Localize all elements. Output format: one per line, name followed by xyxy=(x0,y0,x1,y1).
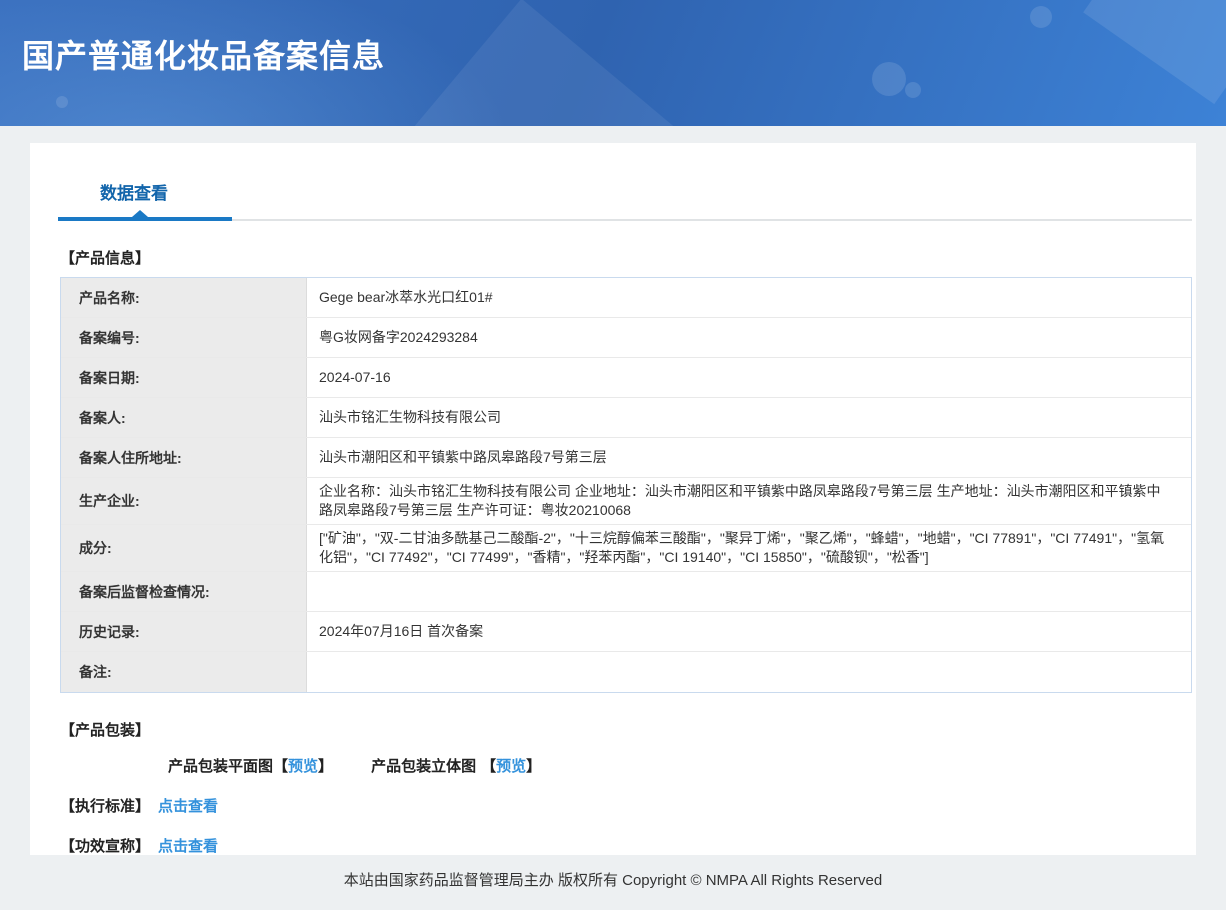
row-label: 备案后监督检查情况: xyxy=(61,572,307,611)
row-label: 备案人住所地址: xyxy=(61,438,307,477)
table-row: 备案编号: 粤G妆网备字2024293284 xyxy=(61,318,1191,358)
packaging-heading: 【产品包装】 xyxy=(60,722,151,739)
banner-decoration-dot xyxy=(905,82,921,98)
table-row: 备案日期: 2024-07-16 xyxy=(61,358,1191,398)
row-value: 汕头市潮阳区和平镇紫中路凤皋路段7号第三层 xyxy=(319,449,607,465)
product-info-table: 产品名称: Gege bear冰萃水光口红01# 备案编号: 粤G妆网备字202… xyxy=(60,277,1192,693)
tab-bar: 数据查看 xyxy=(58,143,1192,221)
banner-decoration-dot xyxy=(1030,6,1052,28)
table-row: 生产企业: 企业名称：汕头市铭汇生物科技有限公司 企业地址：汕头市潮阳区和平镇紫… xyxy=(61,478,1191,525)
table-row: 备案后监督检查情况: xyxy=(61,572,1191,612)
row-value: Gege bear冰萃水光口红01# xyxy=(319,289,493,305)
standard-row: 【执行标准】 点击查看 xyxy=(60,795,1196,816)
table-row: 备案人: 汕头市铭汇生物科技有限公司 xyxy=(61,398,1191,438)
efficacy-view-link[interactable]: 点击查看 xyxy=(158,838,218,855)
row-value xyxy=(307,652,1191,692)
banner-decoration-dot xyxy=(872,62,906,96)
table-row: 成分: ["矿油"，"双-二甘油多酰基己二酸酯-2"，"十三烷醇偏苯三酸酯"，"… xyxy=(61,525,1191,572)
row-value: 企业名称：汕头市铭汇生物科技有限公司 企业地址：汕头市潮阳区和平镇紫中路凤皋路段… xyxy=(319,483,1161,518)
row-value: 粤G妆网备字2024293284 xyxy=(319,329,478,345)
standard-heading: 【执行标准】 xyxy=(60,798,151,815)
table-row: 备案人住所地址: 汕头市潮阳区和平镇紫中路凤皋路段7号第三层 xyxy=(61,438,1191,478)
row-label: 产品名称: xyxy=(61,278,307,317)
bracket: 【 xyxy=(481,758,497,775)
content-card: 数据查看 【产品信息】 产品名称: Gege bear冰萃水光口红01# 备案编… xyxy=(30,143,1196,855)
row-label: 生产企业: xyxy=(61,478,307,524)
product-info-heading: 【产品信息】 xyxy=(60,250,151,267)
row-value xyxy=(307,572,1191,611)
table-row: 备注: xyxy=(61,652,1191,692)
bracket: 【 xyxy=(273,758,289,775)
row-label: 成分: xyxy=(61,525,307,571)
table-row: 历史记录: 2024年07月16日 首次备案 xyxy=(61,612,1191,652)
row-label: 历史记录: xyxy=(61,612,307,651)
page-footer: 本站由国家药品监督管理局主办 版权所有 Copyright © NMPA All… xyxy=(343,872,883,889)
row-label: 备案日期: xyxy=(61,358,307,397)
tab-active-indicator xyxy=(58,217,232,221)
flat-view-label: 产品包装平面图 xyxy=(168,758,274,775)
banner-decoration-dot xyxy=(56,96,68,108)
row-label: 备案编号: xyxy=(61,318,307,357)
packaging-links-row: 产品包装平面图【预览】 产品包装立体图 【预览】 xyxy=(168,755,1196,776)
tab-active-triangle-icon xyxy=(132,210,148,217)
banner-decoration-diamond xyxy=(328,0,752,126)
row-value: ["矿油"，"双-二甘油多酰基己二酸酯-2"，"十三烷醇偏苯三酸酯"，"聚异丁烯… xyxy=(319,530,1165,565)
page-header: 国产普通化妆品备案信息 xyxy=(0,0,1226,126)
row-value: 2024年07月16日 首次备案 xyxy=(319,623,484,639)
flat-view-preview-link[interactable]: 预览 xyxy=(288,758,318,775)
row-label: 备案人: xyxy=(61,398,307,437)
efficacy-heading: 【功效宣称】 xyxy=(60,838,151,855)
stereo-view-preview-link[interactable]: 预览 xyxy=(496,758,526,775)
table-row: 产品名称: Gege bear冰萃水光口红01# xyxy=(61,278,1191,318)
row-value: 汕头市铭汇生物科技有限公司 xyxy=(319,409,501,425)
efficacy-row: 【功效宣称】 点击查看 xyxy=(60,835,1196,855)
row-label: 备注: xyxy=(61,652,307,692)
row-value: 2024-07-16 xyxy=(319,369,391,385)
standard-view-link[interactable]: 点击查看 xyxy=(158,798,218,815)
bracket: 】 xyxy=(318,758,334,775)
banner-decoration-corner xyxy=(1083,0,1226,105)
stereo-view-label: 产品包装立体图 xyxy=(371,758,477,775)
bracket: 】 xyxy=(526,758,542,775)
page-title: 国产普通化妆品备案信息 xyxy=(22,38,386,74)
